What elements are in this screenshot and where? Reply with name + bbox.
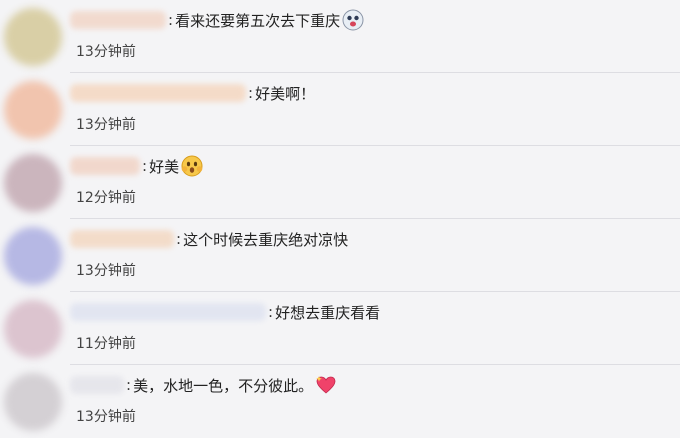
comment-line: : 美，水地一色，不分彼此。 — [70, 373, 337, 397]
avatar[interactable] — [4, 154, 62, 212]
comment-line: : 好美啊！ — [70, 81, 315, 105]
colon-separator: : — [126, 376, 132, 394]
username-blurred[interactable] — [70, 84, 246, 102]
avatar[interactable] — [4, 81, 62, 139]
comment-line: : 这个时候去重庆绝对凉快 — [70, 227, 348, 251]
comment-text: 看来还要第五次去下重庆 — [175, 11, 341, 30]
comment-time: 12分钟前 — [76, 190, 136, 206]
comment-item: : 这个时候去重庆绝对凉快 13分钟前 — [0, 219, 680, 292]
avatar[interactable] — [4, 373, 62, 431]
username-blurred[interactable] — [70, 376, 124, 394]
comment-time: 13分钟前 — [76, 117, 136, 133]
avatar[interactable] — [4, 8, 62, 66]
comment-item: : 好美 12分钟前 — [0, 146, 680, 219]
comment-item: : 好美啊！ 13分钟前 — [0, 73, 680, 146]
avatar[interactable] — [4, 227, 62, 285]
username-blurred[interactable] — [70, 230, 174, 248]
comment-text: 这个时候去重庆绝对凉快 — [183, 230, 349, 249]
avatar[interactable] — [4, 300, 62, 358]
comment-time: 11分钟前 — [76, 336, 136, 352]
colon-separator: : — [142, 157, 148, 175]
shocked-face-icon — [181, 155, 203, 177]
username-blurred[interactable] — [70, 11, 166, 29]
comment-line: : 看来还要第五次去下重庆 — [70, 8, 364, 32]
comment-text: 好美啊！ — [255, 84, 316, 103]
username-blurred[interactable] — [70, 303, 266, 321]
comment-text: 好想去重庆看看 — [275, 303, 381, 322]
comment-time: 13分钟前 — [76, 263, 136, 279]
colon-separator: : — [268, 303, 274, 321]
comment-list: : 看来还要第五次去下重庆 13分钟前 : 好美啊！ 13分钟前: 好美 12… — [0, 0, 680, 437]
colon-separator: : — [176, 230, 182, 248]
sparkling-heart-icon — [315, 374, 337, 396]
comment-item: : 看来还要第五次去下重庆 13分钟前 — [0, 0, 680, 73]
comment-text: 好美 — [149, 157, 180, 176]
comment-line: : 好美 — [70, 154, 203, 178]
comment-item: : 好想去重庆看看 11分钟前 — [0, 292, 680, 365]
comment-line: : 好想去重庆看看 — [70, 300, 380, 324]
colon-separator: : — [168, 11, 174, 29]
username-blurred[interactable] — [70, 157, 140, 175]
comment-text: 美，水地一色，不分彼此。 — [133, 376, 314, 395]
comment-time: 13分钟前 — [76, 409, 136, 425]
ghost-face-icon — [342, 9, 364, 31]
comment-item: : 美，水地一色，不分彼此。 13分钟前 — [0, 365, 680, 438]
comment-time: 13分钟前 — [76, 44, 136, 60]
colon-separator: : — [248, 84, 254, 102]
